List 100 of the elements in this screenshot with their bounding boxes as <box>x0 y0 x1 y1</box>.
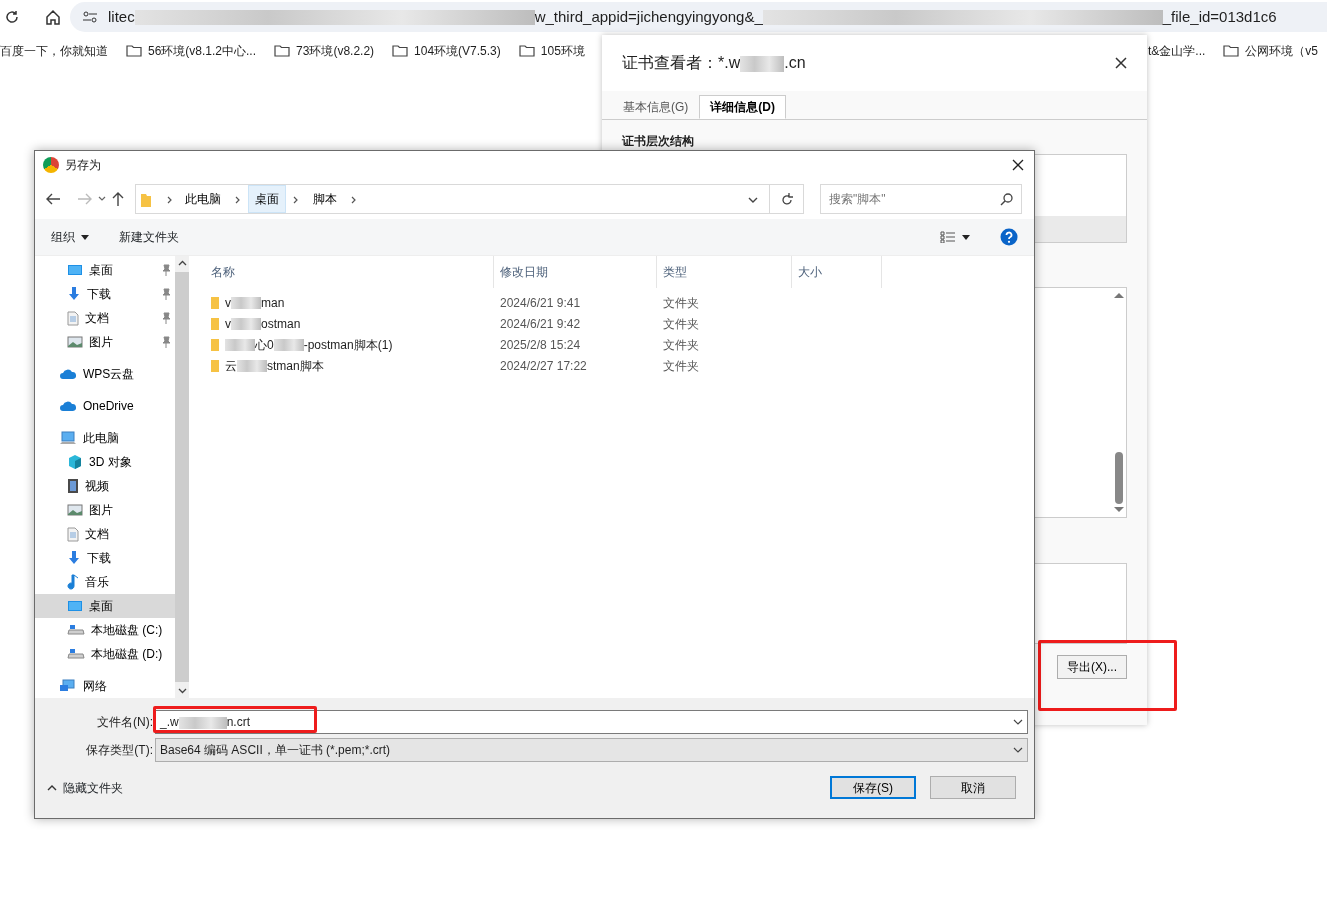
folder-icon <box>274 43 291 59</box>
organize-button[interactable]: 组织 <box>51 228 89 246</box>
folder-icon <box>140 192 152 208</box>
scroll-down-icon[interactable] <box>177 688 187 694</box>
sidebar-item[interactable]: 桌面 <box>35 594 175 618</box>
cancel-button[interactable]: 取消 <box>930 776 1016 799</box>
scroll-down-icon[interactable] <box>1114 507 1124 513</box>
back-arrow-icon[interactable] <box>45 192 61 206</box>
cloud-icon <box>59 400 77 412</box>
help-icon[interactable] <box>1000 228 1018 246</box>
export-button[interactable]: 导出(X)... <box>1057 655 1127 679</box>
chevron-right-icon <box>234 195 242 205</box>
sidebar-item[interactable]: 下载 <box>35 546 175 570</box>
address-field[interactable]: 此电脑 桌面 脚本 <box>135 184 804 214</box>
sidebar-item[interactable]: 本地磁盘 (D:) <box>35 642 175 666</box>
sidebar-item[interactable]: 文档 <box>35 306 175 330</box>
view-options-button[interactable] <box>940 231 970 243</box>
address-bar[interactable]: litec w_third_appid=jichengyingyong&_ _file_id=013d1c6 <box>70 2 1327 32</box>
column-header[interactable]: 大小 <box>792 256 882 288</box>
file-name-field[interactable]: _.w n.crt <box>155 710 1028 734</box>
modified-date: 2025/2/8 15:24 <box>499 336 582 354</box>
file-type: 文件夹 <box>662 315 699 333</box>
bookmark[interactable]: 73环境(v8.2.2) <box>265 42 384 60</box>
folder-icon <box>211 295 219 310</box>
breadcrumb-item[interactable]: 此电脑 <box>178 185 228 213</box>
home-icon[interactable] <box>44 8 62 26</box>
sidebar-item[interactable]: OneDrive <box>35 394 175 418</box>
picture-icon <box>67 336 83 348</box>
folder-icon <box>518 43 535 59</box>
cube-icon <box>67 454 83 470</box>
field-label: 保存类型(T): <box>85 742 154 759</box>
dialog-title: 证书查看者：*.w .cn <box>622 53 806 74</box>
document-icon <box>67 526 79 542</box>
document-icon <box>67 310 79 326</box>
tab[interactable]: 详细信息(D) <box>699 95 786 119</box>
bookmark[interactable]: 105环境 <box>509 42 594 60</box>
sidebar-item[interactable]: 图片 <box>35 498 175 522</box>
folder-icon <box>211 316 219 331</box>
site-info-icon <box>82 9 98 25</box>
file-type: 文件夹 <box>662 294 699 312</box>
desktop-icon <box>67 599 83 613</box>
file-name[interactable]: v man <box>225 293 285 312</box>
bookmark[interactable]: 104环境(V7.5.3) <box>383 42 510 60</box>
folder-icon <box>392 43 409 59</box>
sidebar-item[interactable]: 文档 <box>35 522 175 546</box>
sidebar-item[interactable]: WPS云盘 <box>35 362 175 386</box>
file-name[interactable]: 云 stman脚本 <box>225 356 324 375</box>
folder-icon <box>126 43 142 59</box>
sidebar-item[interactable]: 图片 <box>35 330 175 354</box>
new-folder-button[interactable]: 新建文件夹 <box>119 228 179 246</box>
sidebar-item[interactable]: 视频 <box>35 474 175 498</box>
modified-date: 2024/2/27 17:22 <box>499 357 588 375</box>
scroll-up-icon[interactable] <box>177 260 187 266</box>
caret-down-icon <box>81 234 89 240</box>
music-note-icon <box>67 574 79 590</box>
desktop-icon <box>67 263 83 277</box>
scroll-thumb[interactable] <box>1115 451 1123 504</box>
refresh-icon[interactable] <box>779 192 794 206</box>
file-type-dropdown[interactable]: Base64 编码 ASCII，单一证书 (*.pem;*.crt) <box>155 738 1028 762</box>
drive-icon <box>67 624 85 636</box>
column-header[interactable]: 名称 <box>205 256 494 288</box>
search-field[interactable]: 搜索"脚本" <box>820 184 1022 214</box>
scroll-thumb[interactable] <box>175 272 189 682</box>
chevron-down-icon[interactable] <box>747 196 759 204</box>
bookmark[interactable]: 百度一下，你就知道 <box>0 42 117 60</box>
breadcrumb-item[interactable]: 脚本 <box>306 185 344 213</box>
sidebar-item[interactable]: 本地磁盘 (C:) <box>35 618 175 642</box>
sidebar-item[interactable]: 网络 <box>35 674 175 698</box>
bookmark[interactable]: 56环境(v8.1.2中心... <box>117 42 266 60</box>
sidebar-item[interactable]: 3D 对象 <box>35 450 175 474</box>
dialog-title: 另存为 <box>65 157 101 174</box>
close-icon[interactable] <box>1012 159 1024 171</box>
file-name[interactable]: v ostman <box>225 314 301 333</box>
sidebar-item[interactable]: 此电脑 <box>35 426 175 450</box>
chevron-right-icon <box>292 195 300 205</box>
download-arrow-icon <box>67 286 81 302</box>
download-arrow-icon <box>67 550 81 566</box>
chevron-down-icon[interactable] <box>97 195 107 203</box>
hide-folders-toggle[interactable]: 隐藏文件夹 <box>47 778 123 797</box>
column-header[interactable]: 修改日期 <box>494 256 657 288</box>
file-name[interactable]: 心0 -postman脚本(1) <box>225 335 393 354</box>
reload-icon[interactable] <box>4 9 20 25</box>
close-icon[interactable] <box>1115 57 1127 69</box>
up-arrow-icon[interactable] <box>111 191 125 207</box>
sidebar-item[interactable]: 桌面 <box>35 258 175 282</box>
tab[interactable]: 基本信息(G) <box>612 95 700 119</box>
sidebar-item[interactable]: 下载 <box>35 282 175 306</box>
breadcrumb-item[interactable]: 桌面 <box>248 185 286 213</box>
sidebar-item[interactable]: 音乐 <box>35 570 175 594</box>
column-header[interactable]: 类型 <box>657 256 792 288</box>
folder-icon <box>211 337 219 352</box>
view-list-icon <box>940 231 956 243</box>
file-type: 文件夹 <box>662 336 699 354</box>
save-button[interactable]: 保存(S) <box>830 776 916 799</box>
section-label: 证书层次结构 <box>621 133 695 150</box>
computer-icon <box>59 430 77 446</box>
app-icon <box>43 157 59 173</box>
scroll-up-icon[interactable] <box>1114 292 1124 298</box>
bookmark[interactable]: 公网环境（v5 <box>1214 42 1327 60</box>
chevron-right-icon <box>166 195 174 205</box>
